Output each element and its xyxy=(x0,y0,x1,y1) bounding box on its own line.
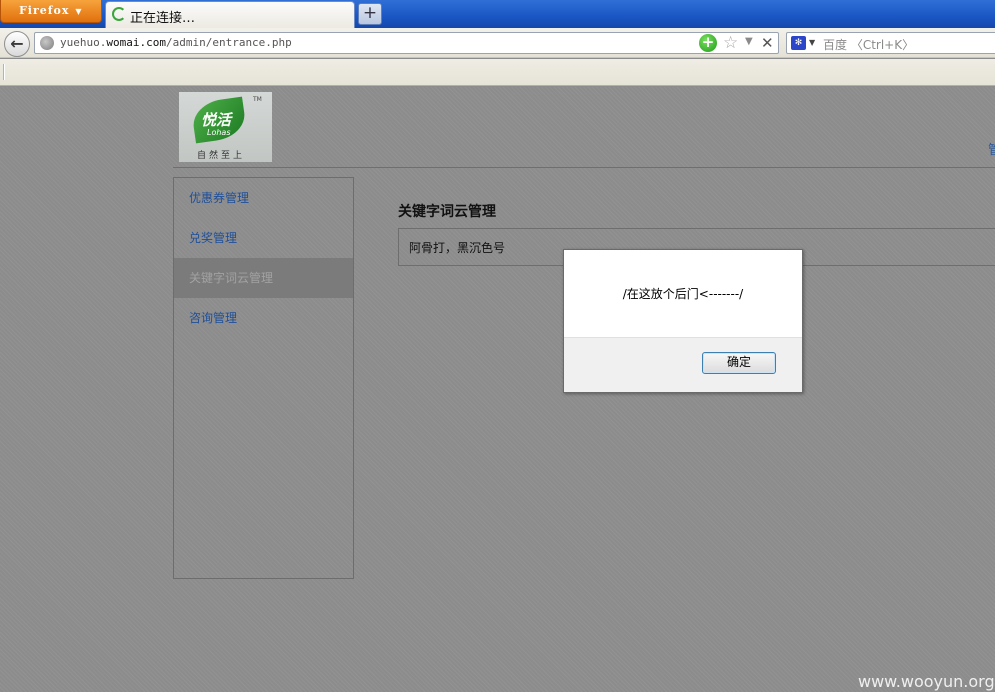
firefox-menu-label: Firefox xyxy=(19,4,70,17)
go-icon[interactable]: + xyxy=(699,34,717,52)
bookmark-star-icon[interactable]: ☆ xyxy=(723,33,738,53)
page-viewport: TM 悦活 Lohas 自然至上 管 优惠券管理 兑奖管理 关键字词云管理 咨询… xyxy=(0,87,995,692)
loading-spinner-icon xyxy=(112,7,126,21)
site-identity-icon[interactable] xyxy=(40,36,54,50)
back-button[interactable]: ← xyxy=(4,31,30,57)
sidebar-item-keyword-cloud[interactable]: 关键字词云管理 xyxy=(174,258,353,298)
firefox-menu-button[interactable]: Firefox ▼ xyxy=(0,0,102,23)
browser-tab[interactable]: 正在连接… xyxy=(105,1,355,28)
address-bar[interactable]: yuehuo.womai.com/admin/entrance.php + ☆ … xyxy=(34,32,779,54)
logo-brand: 悦活 xyxy=(201,111,232,129)
alert-footer: 确定 xyxy=(564,337,802,392)
search-bar[interactable]: ✻ ▼ 百度 〈Ctrl+K〉 xyxy=(786,32,995,54)
page-title: 关键字词云管理 xyxy=(398,204,496,220)
url-text: yuehuo.womai.com/admin/entrance.php xyxy=(60,36,292,49)
baidu-paw-icon[interactable]: ✻ xyxy=(791,36,806,50)
logo-sub: Lohas xyxy=(207,128,231,137)
site-logo[interactable]: TM 悦活 Lohas 自然至上 xyxy=(179,92,272,162)
ok-button[interactable]: 确定 xyxy=(702,352,776,374)
trademark-mark: TM xyxy=(253,96,262,103)
back-arrow-icon: ← xyxy=(10,34,24,53)
url-subdomain: yuehuo. xyxy=(60,36,107,49)
navigation-toolbar: ← yuehuo.womai.com/admin/entrance.php + … xyxy=(0,28,995,58)
url-domain: womai.com xyxy=(106,36,166,49)
alert-message: /在这放个后门<-------/ xyxy=(622,287,744,301)
sidebar-item-coupons[interactable]: 优惠券管理 xyxy=(174,178,353,218)
header-link[interactable]: 管 xyxy=(988,139,995,158)
tab-title: 正在连接… xyxy=(130,11,196,26)
sidebar-menu: 优惠券管理 兑奖管理 关键字词云管理 咨询管理 xyxy=(173,177,354,579)
alert-dialog: /在这放个后门<-------/ 确定 xyxy=(563,249,803,393)
history-dropdown-icon[interactable]: ▼ xyxy=(745,36,753,47)
sidebar-item-inquiries[interactable]: 咨询管理 xyxy=(174,298,353,338)
chevron-down-icon: ▼ xyxy=(75,6,83,16)
engine-dropdown-icon[interactable]: ▼ xyxy=(809,38,815,47)
stop-icon[interactable]: ✕ xyxy=(761,34,774,52)
logo-slogan: 自然至上 xyxy=(197,151,246,161)
bookmarks-toolbar xyxy=(0,59,995,86)
new-tab-button[interactable]: + xyxy=(358,3,382,25)
toolbar-grip[interactable] xyxy=(3,64,5,80)
search-placeholder: 百度 〈Ctrl+K〉 xyxy=(823,38,915,52)
keywords-text: 阿骨打，黑沉色号 xyxy=(409,241,506,255)
url-path: /admin/entrance.php xyxy=(165,36,292,49)
sidebar-item-prizes[interactable]: 兑奖管理 xyxy=(174,218,353,258)
watermark: www.wooyun.org xyxy=(858,672,995,691)
browser-title-bar: Firefox ▼ 正在连接… + xyxy=(0,0,995,28)
header-divider xyxy=(173,167,995,168)
